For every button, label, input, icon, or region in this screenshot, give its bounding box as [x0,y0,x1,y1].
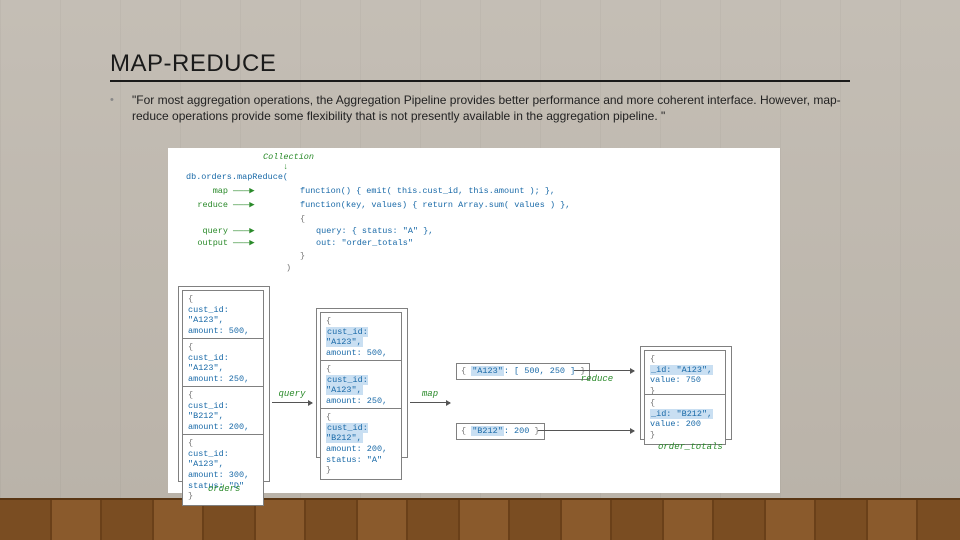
brace-close: } [300,251,305,262]
bullet-item: • "For most aggregation operations, the … [110,92,850,124]
doc-line: status: "A" [326,455,396,466]
hl-line: cust_id: "A123", [326,375,368,396]
doc-line: amount: 300, [188,470,258,481]
doc-line: amount: 250, [188,374,258,385]
slide-content: MAP-REDUCE • "For most aggregation opera… [110,50,850,124]
orders-label: orders [208,484,240,495]
bullet-marker: • [110,92,132,124]
hl-line: _id: "B212", [650,409,713,419]
brace-open: { [300,214,305,225]
arrow-icon: ———▶ [233,226,255,237]
mapped-b: { "B212": 200 } [456,423,545,440]
stage-reduce-label: reduce [572,374,622,385]
filtered-doc: { cust_id: "B212", amount: 200, status: … [320,408,402,480]
hl-line: _id: "A123", [650,365,713,375]
arrow-icon: ———▶ [233,186,255,197]
doc-line: amount: 200, [188,422,258,433]
doc-line: cust_id: "A123", [188,353,258,374]
label-map: map [188,186,228,197]
result-doc: { _id: "A123", value: 750 } [644,350,726,401]
doc-line: cust_id: "A123", [188,305,258,326]
arrow-icon [272,402,312,403]
doc-line: amount: 200, [326,444,396,455]
arrow-icon: ———▶ [233,200,255,211]
code-reduce-fn: function(key, values) { return Array.sum… [300,200,570,211]
results-label: order_totals [658,442,723,453]
doc-line: amount: 500, [188,326,258,337]
hl-line: cust_id: "A123", [326,327,368,348]
label-output: output [188,238,228,249]
mapreduce-diagram: Collection ↓ db.orders.mapReduce( map ——… [168,148,780,493]
doc-line: amount: 250, [326,396,396,407]
mapped-a: { "A123": [ 500, 250 ] } [456,363,590,380]
arrow-icon [410,402,450,403]
code-call: db.orders.mapReduce( [186,172,288,183]
stage-map-label: map [410,389,450,400]
doc-line: cust_id: "A123", [188,449,258,470]
doc-line: cust_id: "B212", [188,401,258,422]
code-query: query: { status: "A" }, [316,226,433,237]
code-map-fn: function() { emit( this.cust_id, this.am… [300,186,555,197]
arrow-icon [538,430,634,431]
collection-comment: Collection [263,152,314,163]
paren-close: ) [286,263,291,274]
code-out: out: "order_totals" [316,238,413,249]
floor-background [0,498,960,540]
hl-line: cust_id: "B212", [326,423,368,444]
arrow-icon: ———▶ [233,238,255,249]
doc-line: amount: 500, [326,348,396,359]
doc-line: value: 200 [650,419,720,430]
stage-query-label: query [272,389,312,400]
doc-line: value: 750 [650,375,720,386]
slide-title: MAP-REDUCE [110,50,850,82]
label-reduce: reduce [188,200,228,211]
quote-text: "For most aggregation operations, the Ag… [132,92,850,124]
arrow-icon [574,370,634,371]
label-query: query [188,226,228,237]
result-doc: { _id: "B212", value: 200 } [644,394,726,445]
